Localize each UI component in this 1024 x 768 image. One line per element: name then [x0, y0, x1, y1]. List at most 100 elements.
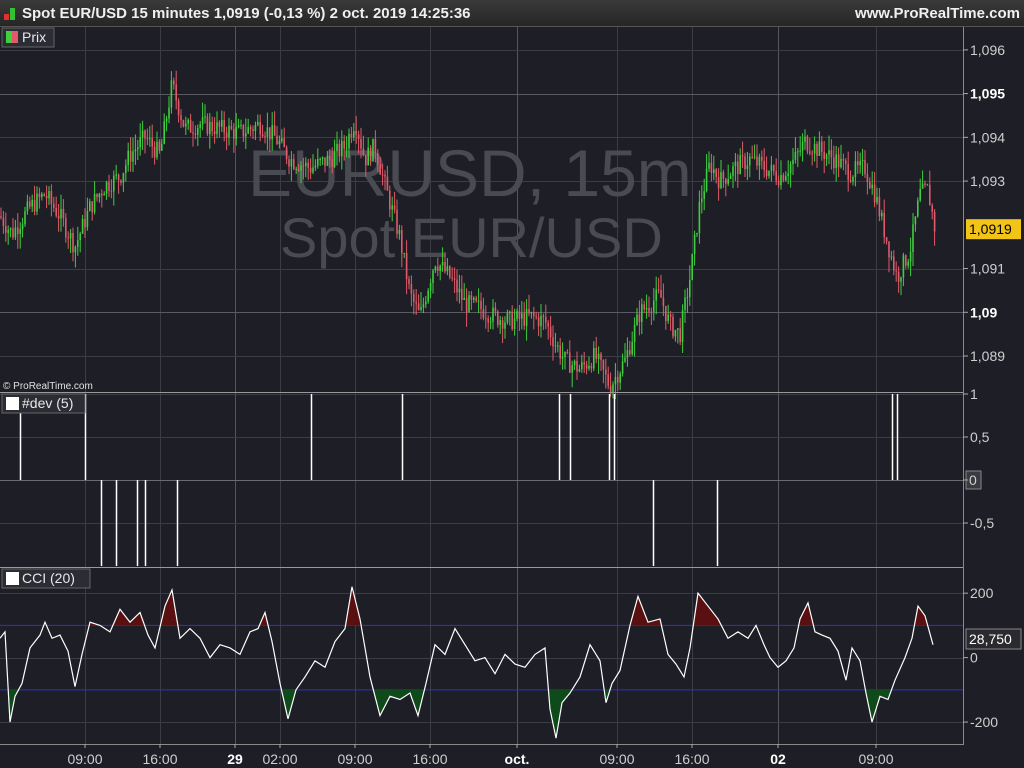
candle-body — [175, 84, 177, 101]
candle-body — [876, 196, 878, 203]
candle-body — [895, 270, 897, 272]
candle-body — [326, 155, 329, 166]
candle-body — [907, 261, 909, 266]
candle-body — [569, 352, 571, 373]
candle-body — [883, 212, 885, 238]
candle-body — [794, 152, 797, 160]
candle-body — [684, 297, 686, 310]
candle-body — [739, 155, 741, 175]
candle-body — [137, 147, 139, 150]
site-link[interactable]: www.ProRealTime.com — [855, 5, 1020, 22]
candle-body — [701, 198, 703, 203]
candle-body — [213, 131, 216, 135]
candle-body — [173, 80, 175, 85]
candle-body — [708, 162, 710, 169]
candle-body — [835, 154, 837, 169]
candle-body — [247, 127, 249, 134]
candle-body — [110, 190, 113, 192]
candle-body — [564, 351, 566, 357]
candle-body — [317, 159, 319, 166]
candle-body — [713, 169, 715, 173]
candle-body — [576, 360, 578, 372]
x-axis-labels: 09:00 16:00 29 02:00 09:00 16:00 oct. 09:00 16:0… — [67, 744, 894, 767]
cci-oversold-fill — [865, 689, 892, 723]
candle-body — [547, 322, 549, 327]
price-legend[interactable]: Prix — [1, 27, 55, 48]
candle-body — [674, 329, 677, 337]
candle-body — [427, 290, 429, 302]
candle-body — [703, 191, 705, 199]
candle-body — [509, 311, 511, 313]
cci-series — [0, 586, 934, 739]
cci-bands — [0, 624, 964, 691]
candle-body — [626, 350, 629, 358]
candle-body — [182, 120, 185, 127]
candle-body — [228, 125, 230, 138]
candle-body — [475, 297, 477, 301]
candle-body — [792, 159, 794, 165]
candle-body — [581, 362, 583, 370]
candle-body — [686, 296, 689, 298]
candle-body — [638, 314, 641, 323]
candle-body — [804, 136, 806, 142]
candle-body — [873, 184, 876, 203]
candle-body — [629, 350, 631, 355]
candle-body — [549, 326, 552, 338]
candle-body — [931, 205, 933, 212]
dev-legend[interactable]: #dev (5) — [1, 393, 86, 414]
candle-body — [497, 311, 499, 325]
candle-body — [758, 156, 761, 166]
candle-body — [929, 184, 931, 206]
candle-body — [933, 211, 936, 232]
dev-legend-label: #dev (5) — [22, 395, 73, 411]
candle-body — [446, 266, 449, 272]
candle-body — [74, 246, 77, 253]
candle-body — [24, 211, 26, 225]
candle-body — [434, 266, 437, 271]
candle-body — [81, 218, 84, 234]
candle-body — [725, 178, 727, 184]
candle-body — [482, 309, 485, 318]
candle-body — [156, 141, 158, 158]
x-tick-label: 16:00 — [142, 751, 177, 767]
cci-legend[interactable]: CCI (20) — [1, 568, 91, 589]
candle-body — [799, 150, 801, 152]
candle-body — [367, 147, 369, 166]
candle-body — [120, 180, 122, 183]
candle-body — [305, 162, 307, 166]
candle-body — [571, 365, 573, 373]
candle-body — [348, 133, 350, 149]
candle-body — [696, 233, 698, 235]
candle-body — [617, 376, 619, 383]
candle-body — [240, 124, 242, 126]
candle-body — [861, 160, 864, 162]
candle-body — [657, 289, 660, 291]
candle-body — [187, 119, 189, 124]
candle-body — [614, 376, 617, 385]
candle-body — [463, 298, 465, 300]
candle-body — [437, 266, 439, 272]
candle-body — [523, 313, 525, 326]
candle-body — [926, 184, 929, 186]
candle-body — [271, 125, 273, 140]
candle-body — [338, 143, 341, 157]
candle-body — [653, 300, 655, 312]
candle-body — [780, 175, 782, 186]
candle-body — [278, 141, 281, 144]
candle-body — [321, 157, 324, 160]
candle-body — [878, 196, 881, 217]
window-title: Spot EUR/USD 15 minutes 1,0919 (-0,13 %)… — [22, 5, 471, 22]
candle-body — [225, 132, 228, 138]
candle-body — [710, 162, 713, 173]
cci-value-label: 28,750 — [969, 631, 1012, 647]
candle-body — [209, 121, 211, 134]
candle-body — [597, 353, 600, 359]
candle-body — [845, 160, 847, 164]
candle-body — [386, 176, 389, 191]
chart-area[interactable]: EURUSD, 15m Spot EUR/USD Prix © ProRealT… — [0, 27, 1024, 768]
candle-body — [633, 324, 636, 343]
candle-body — [662, 297, 665, 306]
candle-body — [197, 127, 199, 135]
candle-body — [62, 208, 65, 219]
candle-body — [578, 369, 581, 372]
